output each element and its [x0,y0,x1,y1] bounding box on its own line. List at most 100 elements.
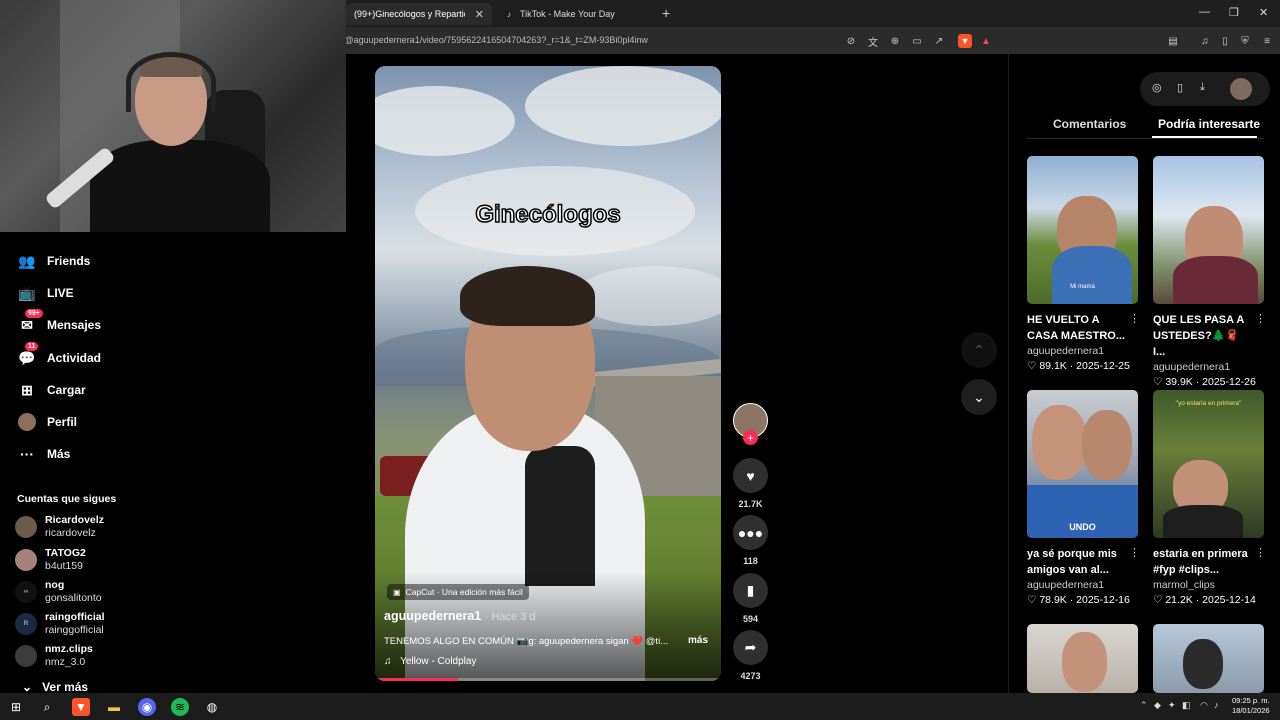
heart-icon[interactable]: ♥ [733,458,768,493]
account-name: nog [45,579,65,591]
recommended-video-card[interactable]: "yo estaria en primera" estaria en prime… [1153,390,1266,606]
video-thumbnail[interactable]: UNDO [1027,390,1138,538]
share-action[interactable]: ➦ 4273 [733,630,768,681]
following-account[interactable]: Ricardovelz ricardovelz [15,514,104,540]
obs-icon[interactable]: ◍ [203,698,221,716]
save-action[interactable]: ▮ 594 [733,573,768,624]
video-progress-bar[interactable] [375,678,721,681]
chevron-up-icon[interactable]: ⌃ [1140,700,1148,711]
nav-item-friends[interactable]: 👥 Friends [17,251,90,271]
download-icon[interactable]: ⤓ [1200,81,1205,94]
profile-avatar [17,412,37,432]
new-tab-button[interactable]: + [662,5,670,21]
nav-item-live[interactable]: 📺 LIVE [17,283,73,303]
close-icon[interactable]: ✕ [475,8,484,21]
nav-item-profile[interactable]: Perfil [17,412,77,432]
video-author[interactable]: aguupedernera1 · Hace 3 d [384,609,536,623]
tray-app-icon[interactable]: ◧ [1182,700,1191,711]
video-thumbnail[interactable]: Mi mamá [1027,156,1138,304]
search-icon[interactable]: ⌕ [38,698,56,716]
no-tracking-icon[interactable]: ⊘ [843,33,859,49]
device-icon[interactable]: ▯ [1177,81,1183,94]
discord-icon[interactable]: ◉ [138,698,156,716]
video-thumbnail[interactable] [1153,156,1264,304]
card-author[interactable]: marmol_clips [1153,579,1264,591]
heart-outline-icon: ♡ [1153,594,1163,606]
like-count: 21.7K [738,499,763,509]
brave-shield-icon[interactable]: ▼ [958,34,972,48]
cast-icon[interactable]: ▭ [909,33,925,49]
follow-plus-icon[interactable]: + [743,430,758,445]
brave-icon[interactable]: ▼ [72,698,90,716]
windows-start-icon[interactable]: ⊞ [7,698,25,716]
url-text[interactable]: /@aguupedernera1/video/75956224165047042… [342,35,648,45]
following-account[interactable]: ∞ nog gonsalitonto [15,579,102,605]
comment-icon[interactable]: ●●● [733,515,768,550]
sidebar-icon[interactable]: ▯ [1217,33,1233,49]
video-player[interactable]: Ginecólogos ▣ CapCut · Una edición más f… [375,66,721,681]
zoom-icon[interactable]: ⊕ [887,33,903,49]
webcam-overlay [0,0,346,232]
tray-app-icon[interactable]: ✦ [1168,700,1176,711]
previous-video-button[interactable]: ⌃ [961,332,997,368]
translate-icon[interactable]: 文 [865,33,881,49]
tray-app-icon[interactable]: ◆ [1154,700,1161,711]
share-icon[interactable]: ↗ [931,33,947,49]
card-date: 2025-12-26 [1202,376,1256,388]
card-author[interactable]: aguupedernera1 [1153,361,1264,373]
card-author[interactable]: aguupedernera1 [1027,345,1138,357]
account-name: nmz.clips [45,643,93,655]
menu-icon[interactable]: ≡ [1259,33,1275,49]
video-thumbnail[interactable] [1027,624,1138,693]
save-count: 594 [742,614,759,624]
spotify-icon[interactable]: ≋ [171,698,189,716]
share-arrow-icon[interactable]: ➦ [733,630,768,665]
avatar[interactable] [1230,78,1252,100]
nav-item-activity[interactable]: 💬 11 Actividad [17,342,101,368]
card-author[interactable]: aguupedernera1 [1027,579,1138,591]
vpn-icon[interactable]: ⛨ [1237,33,1253,49]
more-options-icon[interactable]: ⋮ [1255,312,1266,325]
nav-item-messages[interactable]: ✉ 99+ Mensajes [17,309,101,335]
recommended-video-card[interactable]: QUE LES PASA A USTEDES?🌲🧣 I... ⋮ aguuped… [1153,156,1266,388]
video-thumbnail[interactable] [1153,624,1264,693]
volume-icon[interactable]: ♪ [1214,700,1219,710]
explore-icon[interactable]: ◎ [1152,81,1162,94]
more-button[interactable]: más [688,635,708,646]
brave-rewards-icon[interactable]: ▲ [978,33,994,49]
minimize-icon[interactable]: — [1199,6,1210,18]
media-icon[interactable]: ♫ [1197,33,1213,49]
recommended-video-card[interactable]: UNDO ya sé porque mis amigos van al... ⋮… [1027,390,1140,606]
account-username: b4ut159 [45,560,83,572]
file-explorer-icon[interactable]: ▬ [105,698,123,716]
video-thumbnail[interactable]: "yo estaria en primera" [1153,390,1264,538]
more-options-icon[interactable]: ⋮ [1129,312,1140,325]
tab-recommended[interactable]: Podría interesarte [1158,117,1260,131]
close-window-icon[interactable]: ✕ [1259,6,1268,19]
capcut-label: CapCut · Una edición más fácil [405,587,523,597]
nav-label: Perfil [47,415,78,429]
see-more-link[interactable]: ⌄ Ver más [22,680,88,694]
comment-action[interactable]: ●●● 118 [733,515,768,566]
tab-comments[interactable]: Comentarios [1053,117,1126,131]
nav-item-more[interactable]: ··· Más [17,444,70,464]
capcut-tag[interactable]: ▣ CapCut · Una edición más fácil [387,584,529,600]
bookmark-icon[interactable]: ▮ [733,573,768,608]
recommended-video-card[interactable]: Mi mamá HE VUELTO A CASA MAESTRO... ⋮ ag… [1027,156,1140,372]
nav-item-upload[interactable]: ⊞ Cargar [17,380,86,400]
browser-tab-active[interactable]: (99+)Ginecólogos y Repartidores ✕ [346,3,492,25]
system-clock[interactable]: 09:25 p. m. 18/01/2026 [1232,696,1270,716]
like-action[interactable]: ♥ 21.7K [733,458,768,509]
following-account[interactable]: R raingofficial rainggofficial [15,611,105,637]
card-meta: ♡ 21.2K · 2025-12-14 [1153,594,1256,606]
following-account[interactable]: TATOG2 b4ut159 [15,547,86,573]
following-account[interactable]: nmz.clips nmz_3.0 [15,643,93,669]
restore-icon[interactable]: ❐ [1229,6,1239,19]
more-options-icon[interactable]: ⋮ [1255,546,1266,559]
reader-icon[interactable]: ▤ [1165,33,1181,49]
browser-tab[interactable]: ♪ TikTok - Make Your Day [496,3,656,25]
next-video-button[interactable]: ⌄ [961,379,997,415]
video-music[interactable]: ♫ Yellow - Coldplay [384,656,476,667]
wifi-icon[interactable]: ◠ [1200,700,1208,711]
more-options-icon[interactable]: ⋮ [1129,546,1140,559]
